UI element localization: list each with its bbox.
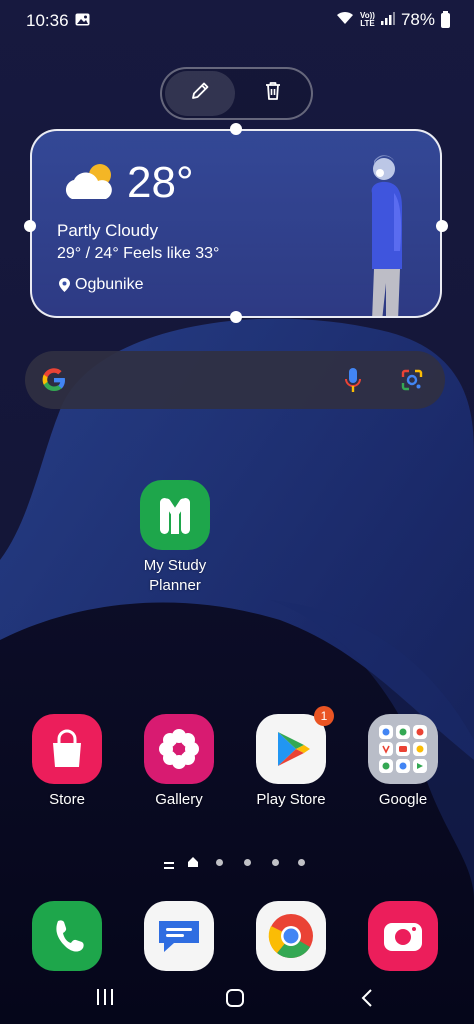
battery-percent: 78% [400,10,435,29]
gallery-label: Gallery [155,791,203,808]
mic-icon[interactable] [343,366,363,399]
phone-icon [32,901,102,971]
play-store-icon: 1 [256,706,334,784]
menu-page-icon [164,857,174,875]
edit-widget-button[interactable] [165,71,235,116]
back-button[interactable] [360,988,374,1013]
temperature: 28° [127,158,194,207]
messages-icon [144,901,214,971]
page-dot-4[interactable] [272,859,279,866]
google-lens-icon[interactable] [400,368,424,397]
delete-widget-button[interactable] [238,71,308,116]
study-planner-label-line1: My Study [143,557,207,574]
google-search-bar[interactable] [25,351,445,409]
shopping-bag-icon [32,714,102,784]
app-play-store[interactable]: 1 Play Store [241,706,341,810]
recent-apps-button[interactable] [96,988,114,1011]
person-illustration [362,151,422,316]
trash-icon [262,80,284,107]
status-bar: 10:36 Vo)) LTE 78% [0,0,474,42]
notification-badge: 1 [314,706,334,726]
dock-phone[interactable] [17,901,117,971]
page-dot-2[interactable] [216,859,223,866]
camera-icon [368,901,438,971]
page-indicator [160,855,320,869]
resize-handle-top[interactable] [230,123,242,135]
status-time: 10:36 [26,11,69,30]
location-pin-icon [59,278,70,292]
dock-messages[interactable] [129,901,229,971]
chrome-icon [256,901,326,971]
google-g-icon [41,367,67,398]
partly-cloudy-icon [60,159,120,207]
volte-indicator: Vo)) LTE [360,11,375,28]
weather-location: Ogbunike [75,276,144,293]
widget-edit-toolbar [160,67,313,120]
page-dot-5[interactable] [298,859,305,866]
battery-icon [441,10,450,28]
study-planner-label: My Study Planner [125,556,225,596]
study-planner-icon [140,480,210,550]
signal-icon [380,10,395,30]
study-planner-label-line2: Planner [149,577,201,594]
weather-widget[interactable]: 28° Partly Cloudy 29° / 24° Feels like 3… [30,129,442,318]
dock-chrome[interactable] [241,901,341,971]
home-button[interactable] [225,988,245,1013]
play-store-label: Play Store [256,791,326,808]
resize-handle-left[interactable] [24,220,36,232]
resize-handle-right[interactable] [436,220,448,232]
dock-camera[interactable] [353,901,453,971]
pencil-icon [189,80,211,107]
status-indicators: Vo)) LTE 78% [336,10,450,30]
google-folder-label: Google [378,791,428,808]
app-store[interactable]: Store [17,714,117,810]
resize-handle-bottom[interactable] [230,311,242,323]
home-page-icon [187,855,199,873]
flower-icon [144,714,214,784]
navigation-bar [0,980,474,1024]
app-google-folder[interactable]: Google [353,714,453,810]
page-dot-3[interactable] [244,859,251,866]
app-my-study-planner[interactable]: My Study Planner [125,480,225,596]
app-gallery[interactable]: Gallery [129,714,229,810]
wifi-icon [336,10,354,30]
weather-condition: Partly Cloudy [57,221,159,240]
weather-details: 29° / 24° Feels like 33° [57,245,220,262]
google-folder-icon [368,714,438,784]
store-label: Store [49,791,85,808]
gallery-notification-icon [75,13,90,26]
